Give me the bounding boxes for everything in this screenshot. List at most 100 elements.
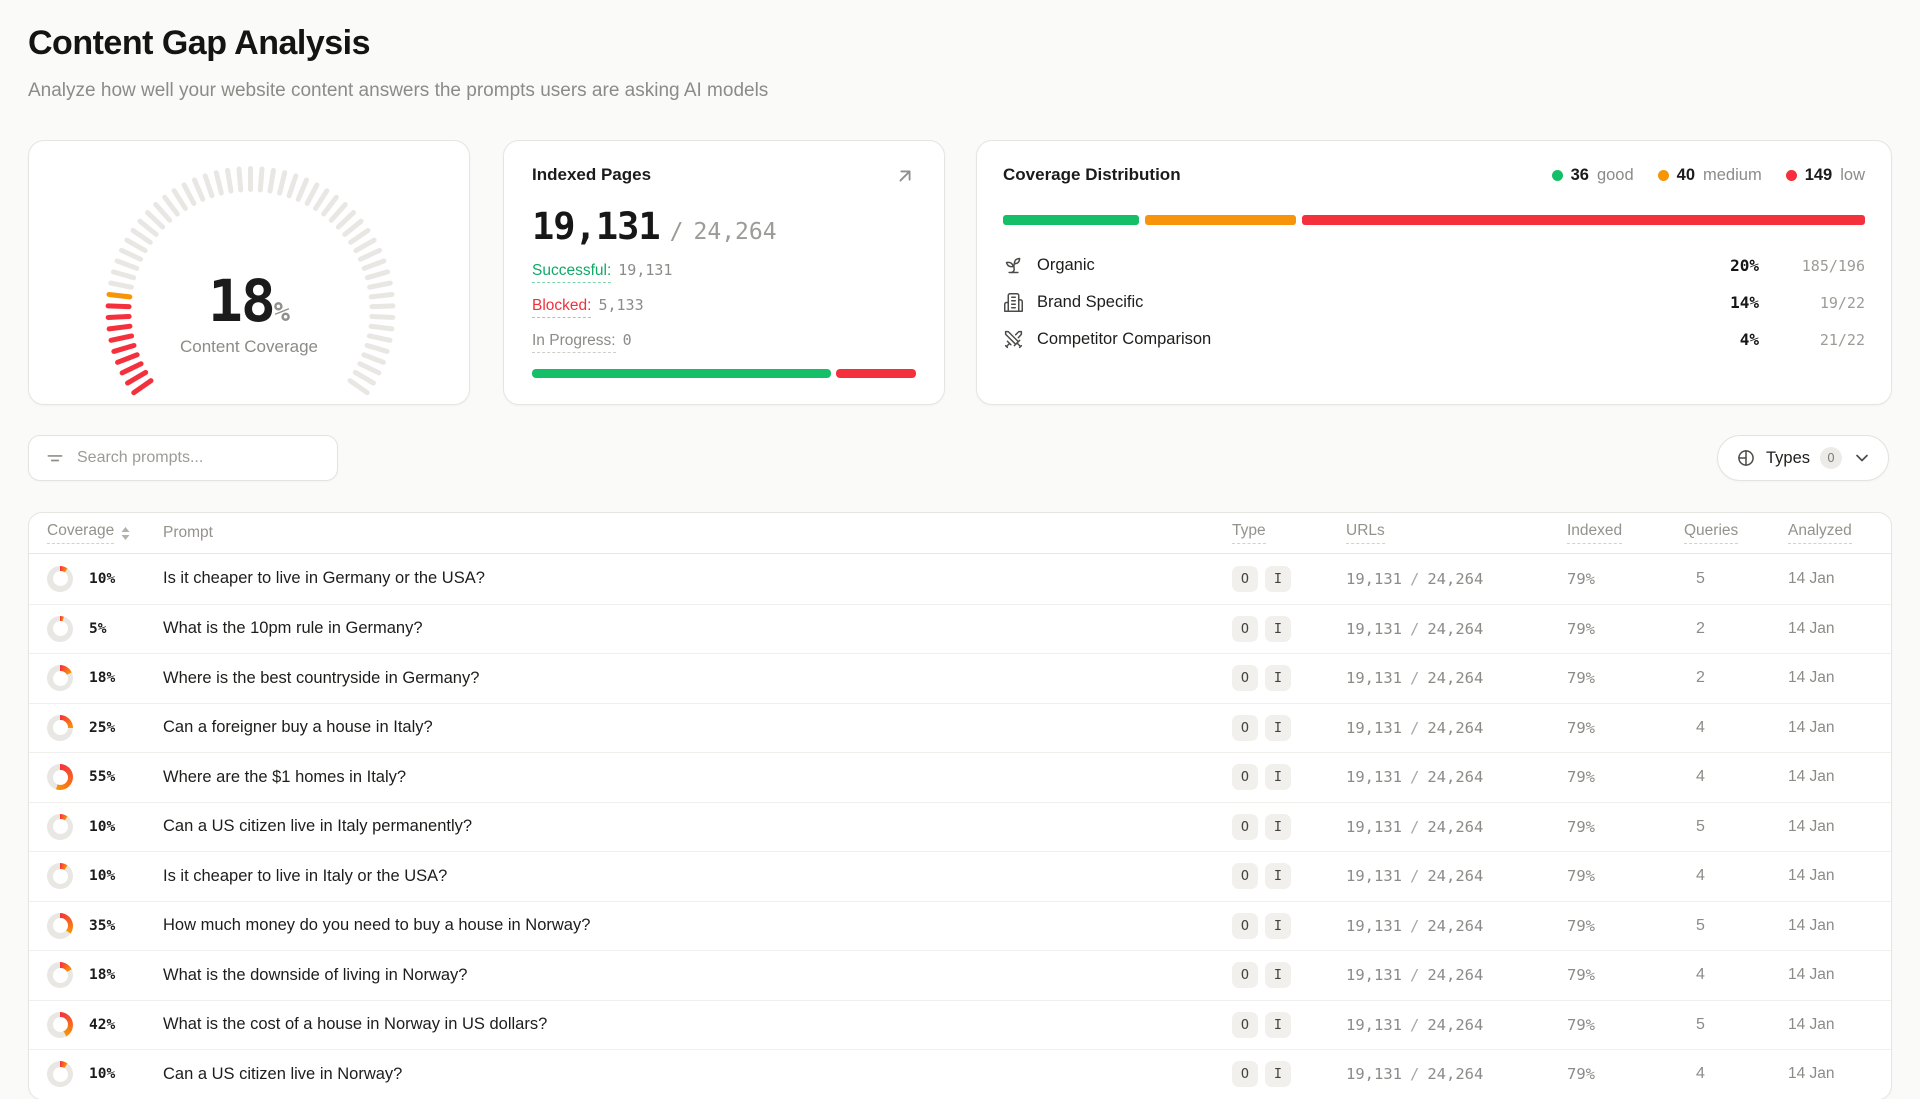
analyzed-cell: 14 Jan: [1788, 818, 1891, 836]
indexed-cell: 79%: [1567, 768, 1684, 786]
column-header-queries: Queries: [1684, 522, 1788, 544]
coverage-percent: 10%: [89, 1066, 115, 1082]
pie-globe-icon: [1736, 448, 1756, 468]
coverage-donut: [47, 1012, 73, 1038]
type-badges: OI: [1232, 715, 1346, 741]
coverage-percent: 10%: [89, 819, 115, 835]
prompt-text: What is the 10pm rule in Germany?: [163, 619, 1232, 638]
gauge-tick: [224, 167, 233, 193]
open-external-icon[interactable]: [894, 165, 916, 187]
type-badges: OI: [1232, 814, 1346, 840]
column-header-type: Type: [1232, 522, 1346, 544]
indexed-cell: 79%: [1567, 1065, 1684, 1083]
gauge-tick: [248, 166, 253, 192]
table-row[interactable]: 10%Can a US citizen live in Norway?OI19,…: [29, 1049, 1891, 1099]
type-badge-O: O: [1232, 616, 1258, 642]
coverage-donut: [47, 913, 73, 939]
prompts-table: Coverage Prompt Type URLs Indexed Querie…: [28, 512, 1892, 1099]
type-badge-I: I: [1265, 665, 1291, 691]
urls-cell: 19,131/24,264: [1346, 719, 1567, 737]
queries-cell: 5: [1684, 818, 1788, 836]
coverage-donut: [47, 814, 73, 840]
type-badge-I: I: [1265, 1061, 1291, 1087]
type-badge-I: I: [1265, 616, 1291, 642]
prompt-text: What is the cost of a house in Norway in…: [163, 1015, 1232, 1034]
gauge-tick: [276, 170, 287, 196]
queries-cell: 5: [1684, 570, 1788, 588]
total-count: 24,264: [694, 219, 777, 245]
table-row[interactable]: 18%Where is the best countryside in Germ…: [29, 653, 1891, 703]
queries-cell: 4: [1684, 966, 1788, 984]
column-header-indexed: Indexed: [1567, 522, 1684, 544]
urls-cell: 19,131/24,264: [1346, 620, 1567, 638]
content-coverage-card: 18% Content Coverage: [28, 140, 470, 405]
table-row[interactable]: 25%Can a foreigner buy a house in Italy?…: [29, 703, 1891, 753]
type-badge-O: O: [1232, 913, 1258, 939]
column-header-analyzed: Analyzed: [1788, 522, 1891, 544]
coverage-percent: 55%: [89, 769, 115, 785]
stat-successful: Successful: 19,131: [532, 261, 916, 283]
coverage-donut: [47, 1061, 73, 1087]
type-badge-O: O: [1232, 764, 1258, 790]
search-prompts-input[interactable]: [77, 449, 321, 467]
urls-cell: 19,131/24,264: [1346, 818, 1567, 836]
legend-item-low: 149low: [1786, 166, 1865, 185]
distribution-segment: [1302, 215, 1865, 225]
type-badge-I: I: [1265, 715, 1291, 741]
coverage-percent: 25%: [89, 720, 115, 736]
indexed-cell: 79%: [1567, 570, 1684, 588]
type-badge-O: O: [1232, 1012, 1258, 1038]
analyzed-cell: 14 Jan: [1788, 719, 1891, 737]
search-prompts-box: [28, 435, 338, 481]
type-badges: OI: [1232, 962, 1346, 988]
type-badges: OI: [1232, 1061, 1346, 1087]
queries-cell: 2: [1684, 620, 1788, 638]
indexed-cell: 79%: [1567, 620, 1684, 638]
column-header-coverage[interactable]: Coverage: [29, 522, 163, 544]
queries-cell: 5: [1684, 917, 1788, 935]
type-badge-O: O: [1232, 962, 1258, 988]
column-header-urls: URLs: [1346, 522, 1567, 544]
types-filter-button[interactable]: Types 0: [1717, 435, 1889, 481]
table-row[interactable]: 10%Can a US citizen live in Italy perman…: [29, 802, 1891, 852]
distribution-row-brand-specific: Brand Specific14%19/22: [1003, 284, 1865, 321]
urls-cell: 19,131/24,264: [1346, 768, 1567, 786]
analyzed-cell: 14 Jan: [1788, 1016, 1891, 1034]
analyzed-cell: 14 Jan: [1788, 966, 1891, 984]
sort-icon[interactable]: [120, 526, 131, 541]
coverage-percent: 10%: [89, 868, 115, 884]
page-title: Content Gap Analysis: [28, 24, 370, 63]
queries-cell: 4: [1684, 1065, 1788, 1083]
distribution-row-organic: Organic20%185/196: [1003, 247, 1865, 284]
coverage-percent: 18%: [89, 670, 115, 686]
legend-dot: [1786, 170, 1797, 181]
swords-icon: [1003, 329, 1024, 350]
table-row[interactable]: 5%What is the 10pm rule in Germany?OI19,…: [29, 604, 1891, 654]
type-badge-O: O: [1232, 863, 1258, 889]
queries-cell: 5: [1684, 1016, 1788, 1034]
analyzed-cell: 14 Jan: [1788, 867, 1891, 885]
coverage-donut: [47, 665, 73, 691]
indexed-cell: 79%: [1567, 917, 1684, 935]
gauge-tick: [236, 166, 243, 192]
type-badge-I: I: [1265, 1012, 1291, 1038]
indexed-cell: 79%: [1567, 669, 1684, 687]
coverage-donut: [47, 715, 73, 741]
indexed-cell: 79%: [1567, 966, 1684, 984]
type-badge-I: I: [1265, 962, 1291, 988]
table-row[interactable]: 10%Is it cheaper to live in Germany or t…: [29, 554, 1891, 604]
type-badge-I: I: [1265, 913, 1291, 939]
indexed-cell: 79%: [1567, 1016, 1684, 1034]
table-row[interactable]: 42%What is the cost of a house in Norway…: [29, 1000, 1891, 1050]
coverage-donut: [47, 764, 73, 790]
table-row[interactable]: 18%What is the downside of living in Nor…: [29, 950, 1891, 1000]
distribution-segment: [1145, 215, 1296, 225]
distribution-row-competitor-comparison: Competitor Comparison4%21/22: [1003, 321, 1865, 358]
urls-cell: 19,131/24,264: [1346, 867, 1567, 885]
table-row[interactable]: 35%How much money do you need to buy a h…: [29, 901, 1891, 951]
table-row[interactable]: 55%Where are the $1 homes in Italy?OI19,…: [29, 752, 1891, 802]
prompt-text: How much money do you need to buy a hous…: [163, 916, 1232, 935]
queries-cell: 4: [1684, 719, 1788, 737]
gauge-tick: [267, 167, 276, 193]
table-row[interactable]: 10%Is it cheaper to live in Italy or the…: [29, 851, 1891, 901]
